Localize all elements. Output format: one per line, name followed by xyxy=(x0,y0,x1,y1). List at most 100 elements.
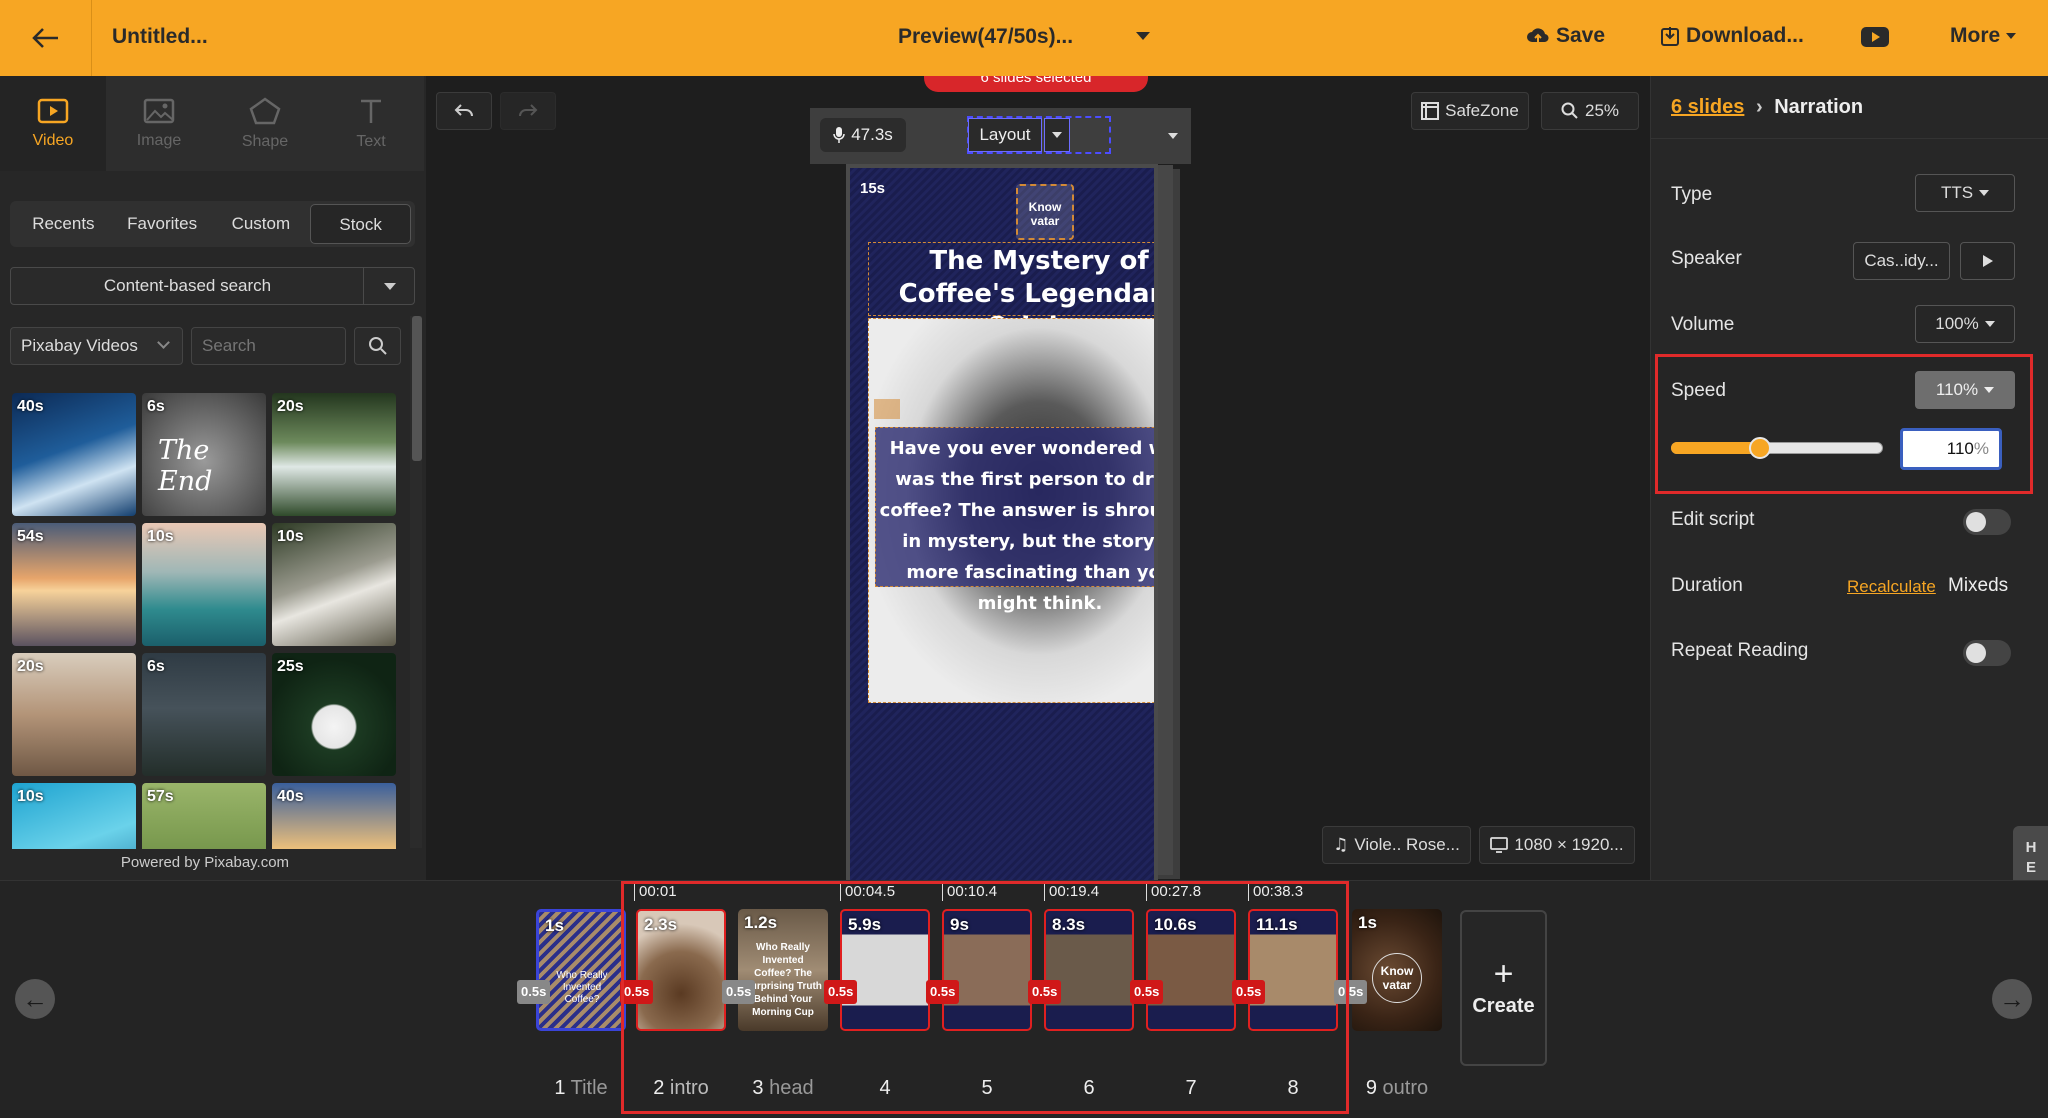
stock-video-tile[interactable]: 10s xyxy=(12,783,136,849)
tile-caption: The End xyxy=(158,435,213,497)
tab-shape[interactable]: Shape xyxy=(212,76,318,171)
breadcrumb: 6 slides › Narration xyxy=(1671,96,1863,119)
stock-video-tile[interactable]: 6s The End xyxy=(142,393,266,516)
recalculate-link[interactable]: Recalculate xyxy=(1847,577,1936,597)
speaker-select[interactable]: Cas..idy... xyxy=(1853,242,1950,280)
stock-video-tile[interactable]: 6s xyxy=(142,653,266,776)
clip-number: 9 xyxy=(1365,1077,1377,1099)
divider xyxy=(1651,138,2048,139)
preview-dropdown-icon[interactable] xyxy=(1136,32,1150,40)
type-value: TTS xyxy=(1940,183,1974,202)
resolution-label: 1080 × 1920... xyxy=(1514,835,1624,854)
pentagon-icon xyxy=(249,96,281,124)
cloud-upload-icon xyxy=(1527,28,1549,43)
project-title[interactable]: Untitled... xyxy=(112,25,208,49)
redo-icon xyxy=(519,104,538,117)
speed-highlight-box xyxy=(1655,354,2033,494)
search-icon xyxy=(368,337,387,355)
breadcrumb-slides-link[interactable]: 6 slides xyxy=(1671,96,1744,118)
resolution-button[interactable]: 1080 × 1920... xyxy=(1479,826,1635,864)
slide-preview[interactable]: 15s Know vatar The Mystery of Coffee's L… xyxy=(846,164,1158,930)
stock-video-tile[interactable]: 20s xyxy=(12,653,136,776)
edit-script-toggle[interactable] xyxy=(1963,509,2011,535)
heading-text-box[interactable]: The Mystery of Coffee's Legendary Origin… xyxy=(868,242,1154,342)
repeat-reading-toggle[interactable] xyxy=(1963,640,2011,666)
download-button[interactable]: Download... xyxy=(1660,24,1804,48)
tile-duration: 40s xyxy=(17,398,44,415)
provider-select[interactable]: Pixabay Videos xyxy=(10,327,183,365)
volume-select[interactable]: 100% xyxy=(1915,305,2015,343)
speaker-icon[interactable] xyxy=(874,399,900,419)
zoom-icon xyxy=(1561,102,1578,119)
back-button[interactable] xyxy=(0,0,92,76)
tab-text[interactable]: Text xyxy=(318,76,424,171)
stock-video-tile[interactable]: 57s xyxy=(142,783,266,849)
duration-label: Duration xyxy=(1671,575,1743,596)
tool-tabs: Video Image Shape Text xyxy=(0,76,426,171)
music-note-icon: ♫ xyxy=(1333,835,1349,855)
chevron-right-icon: › xyxy=(1755,96,1763,118)
more-button[interactable]: More xyxy=(1950,24,2017,48)
clip-label: 1 Title xyxy=(531,1077,631,1100)
slide-toolbar-dropdown-icon[interactable] xyxy=(1168,133,1178,139)
tab-favorites[interactable]: Favorites xyxy=(113,204,212,244)
safezone-label: SafeZone xyxy=(1445,101,1519,120)
content-based-search-button[interactable]: Content-based search xyxy=(10,267,415,305)
timeline-next-button[interactable]: → xyxy=(1992,979,2032,1019)
avatar-placeholder[interactable]: Know vatar xyxy=(1016,184,1074,240)
stock-video-tile[interactable]: 20s xyxy=(272,393,396,516)
properties-panel: 6 slides › Narration Type TTS Speaker Ca… xyxy=(1650,76,2048,932)
tile-duration: 20s xyxy=(277,398,304,415)
tab-stock[interactable]: Stock xyxy=(310,204,411,244)
stock-video-tile[interactable]: 40s xyxy=(12,393,136,516)
timeline-clip[interactable]: 1s Who Really Invented Coffee? xyxy=(536,909,626,1031)
stock-video-tile[interactable]: 54s xyxy=(12,523,136,646)
timeline-clip[interactable]: 1s Know vatar xyxy=(1352,909,1442,1031)
provider-value: Pixabay Videos xyxy=(21,336,138,355)
undo-button[interactable] xyxy=(436,92,492,130)
preview-button[interactable]: Preview(47/50s)... xyxy=(898,25,1073,49)
tab-recents[interactable]: Recents xyxy=(14,204,113,244)
tab-video[interactable]: Video xyxy=(0,76,106,171)
music-button[interactable]: ♫ Viole.. Rose... xyxy=(1322,826,1471,864)
tab-custom[interactable]: Custom xyxy=(212,204,311,244)
stock-video-tile[interactable]: 10s xyxy=(272,523,396,646)
safezone-button[interactable]: SafeZone xyxy=(1411,92,1529,130)
transition-badge[interactable]: 0.5s xyxy=(517,980,551,1004)
microphone-icon xyxy=(833,127,845,143)
narration-duration-button[interactable]: 47.3s xyxy=(820,118,906,152)
play-speaker-button[interactable] xyxy=(1960,242,2015,280)
source-tabs: Recents Favorites Custom Stock xyxy=(10,201,415,247)
tile-duration: 40s xyxy=(277,788,304,805)
timeline: ← → 00:01 00:04.5 00:10.4 00:19.4 00:27.… xyxy=(0,880,2048,1118)
tab-image[interactable]: Image xyxy=(106,76,212,171)
layout-button[interactable]: Layout xyxy=(968,118,1042,152)
youtube-button[interactable] xyxy=(1860,26,1890,48)
save-button[interactable]: Save xyxy=(1526,24,1605,48)
clip-number: 1 xyxy=(554,1077,566,1099)
type-select[interactable]: TTS xyxy=(1915,174,2015,212)
search-input[interactable] xyxy=(191,327,346,365)
stock-video-tile[interactable]: 40s xyxy=(272,783,396,849)
clip-name: outro xyxy=(1382,1077,1429,1099)
divider xyxy=(363,268,364,304)
background-image[interactable]: Have you ever wondered who was the first… xyxy=(868,318,1154,703)
create-slide-button[interactable]: + Create xyxy=(1460,910,1547,1066)
body-text[interactable]: Have you ever wondered who was the first… xyxy=(875,427,1154,614)
redo-button[interactable] xyxy=(500,92,556,130)
timeline-prev-button[interactable]: ← xyxy=(15,979,55,1019)
search-button[interactable] xyxy=(354,327,401,365)
chevron-down-icon xyxy=(157,336,170,349)
scrollbar-thumb[interactable] xyxy=(412,316,422,461)
selection-banner[interactable]: 6 slides selected xyxy=(924,76,1148,92)
stock-video-tile[interactable]: 10s xyxy=(142,523,266,646)
tile-duration: 25s xyxy=(277,658,304,675)
toggle-knob xyxy=(1966,512,1986,532)
powered-by-link[interactable]: Powered by Pixabay.com xyxy=(0,854,410,871)
download-label: Download... xyxy=(1686,24,1804,47)
tile-duration: 54s xyxy=(17,528,44,545)
layout-dropdown[interactable] xyxy=(1044,118,1070,152)
zoom-button[interactable]: 25% xyxy=(1541,92,1639,130)
chevron-down-icon[interactable] xyxy=(384,283,396,290)
stock-video-tile[interactable]: 25s xyxy=(272,653,396,776)
